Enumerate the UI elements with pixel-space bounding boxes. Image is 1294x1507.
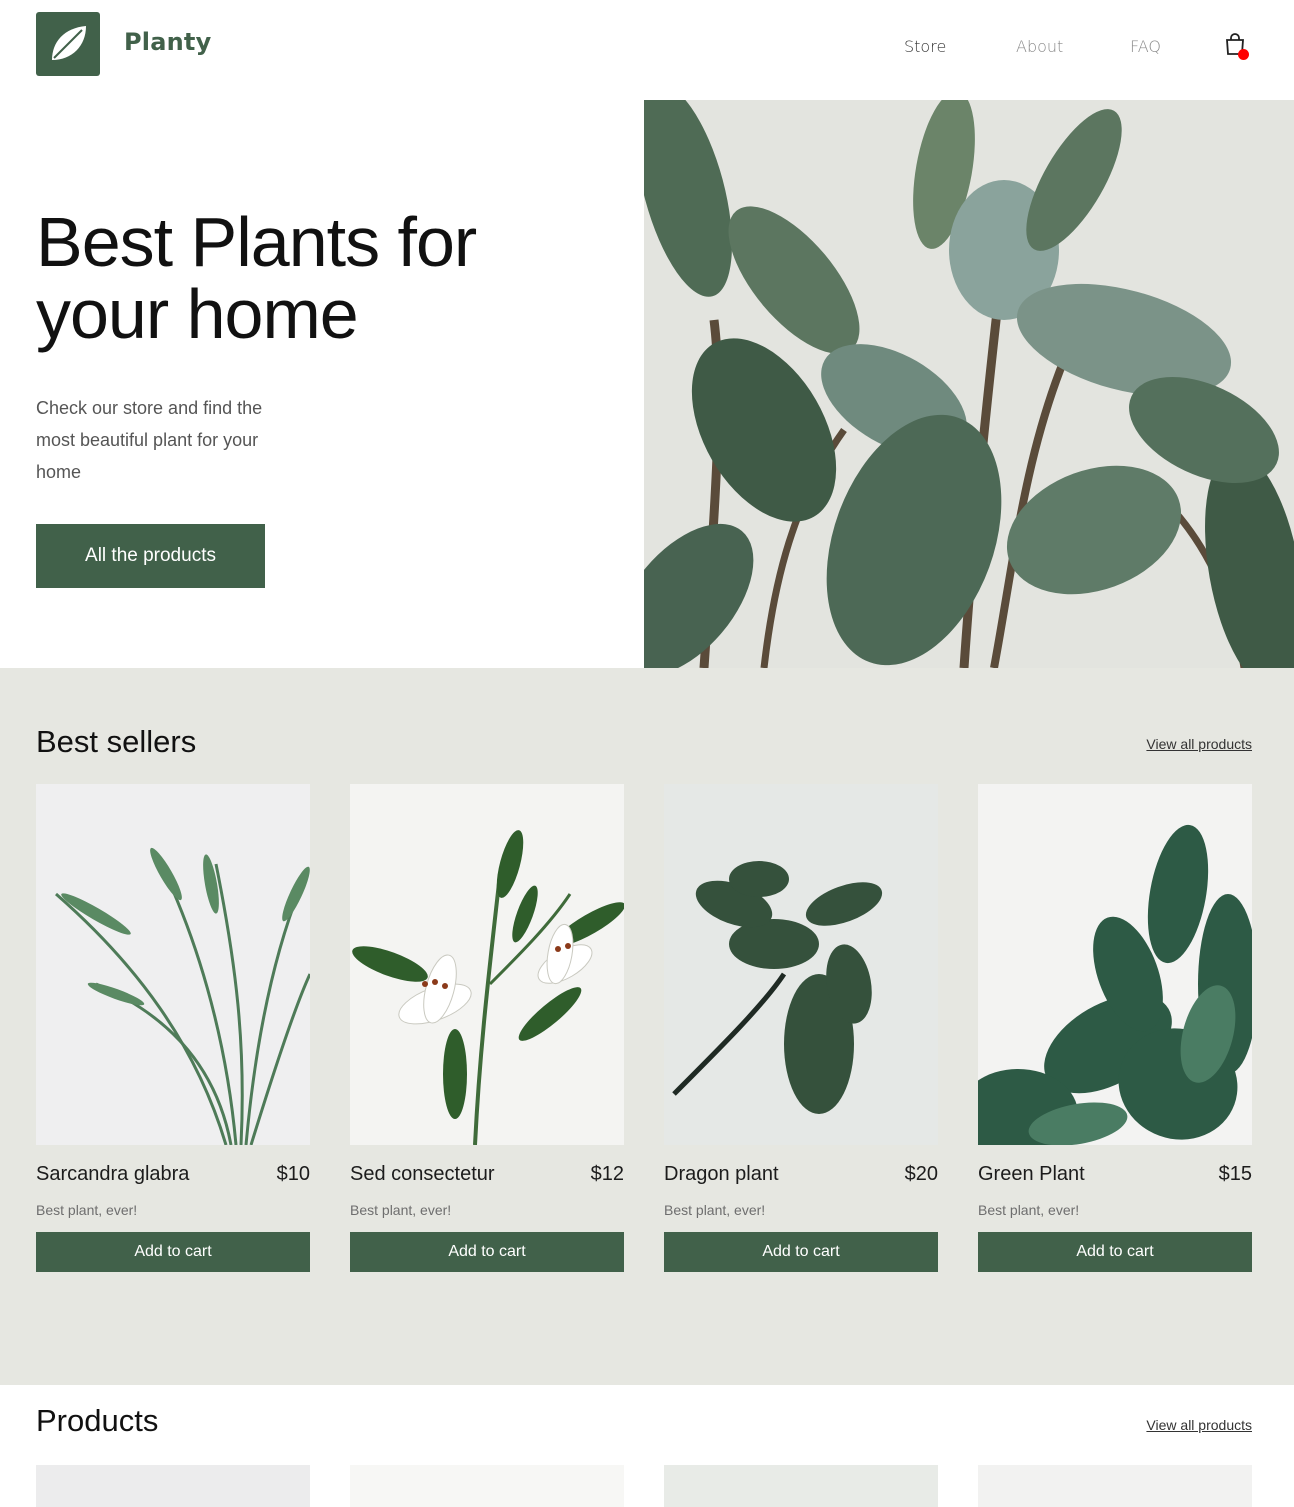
cart-badge xyxy=(1238,49,1249,60)
all-products-button[interactable]: All the products xyxy=(36,524,265,588)
product-description: Best plant, ever! xyxy=(36,1202,138,1218)
product-info-row: Sed consectetur $12 xyxy=(350,1163,624,1186)
product-card[interactable]: Sarcandra glabra $10 Best plant, ever! A… xyxy=(36,784,310,1272)
product-image[interactable] xyxy=(36,1465,310,1507)
product-info-row: Sarcandra glabra $10 xyxy=(36,1163,310,1186)
hero-plant-image xyxy=(644,100,1294,668)
product-image[interactable] xyxy=(978,784,1252,1145)
product-info-row: Green Plant $15 xyxy=(978,1163,1252,1186)
product-card[interactable]: Sed consectetur $12 Best plant, ever! Ad… xyxy=(350,784,624,1272)
add-to-cart-button[interactable]: Add to cart xyxy=(664,1232,938,1272)
product-price: $15 xyxy=(1218,1163,1252,1185)
shopping-bag-icon[interactable] xyxy=(1224,32,1250,60)
product-price: $20 xyxy=(904,1163,938,1185)
add-to-cart-button[interactable]: Add to cart xyxy=(36,1232,310,1272)
add-to-cart-button[interactable]: Add to cart xyxy=(350,1232,624,1272)
product-image[interactable] xyxy=(350,1465,624,1507)
product-card[interactable]: Dragon plant $20 Best plant, ever! Add t… xyxy=(664,784,938,1272)
product-name: Sarcandra glabra xyxy=(36,1163,190,1185)
best-sellers-section: Best sellers View all products Sarcandra… xyxy=(0,668,1294,1385)
product-info-row: Dragon plant $20 xyxy=(664,1163,938,1186)
product-card[interactable]: Green Plant $15 Best plant, ever! Add to… xyxy=(978,784,1252,1272)
products-title: Products xyxy=(36,1403,159,1438)
hero-title-line-1: Best Plants for xyxy=(36,203,477,281)
hero-title-line-2: your home xyxy=(36,275,359,353)
product-image[interactable] xyxy=(664,1465,938,1507)
site-header: Planty Store About FAQ xyxy=(0,0,1294,100)
product-price: $10 xyxy=(276,1163,310,1185)
leaf-logo-icon[interactable] xyxy=(36,12,100,76)
product-description: Best plant, ever! xyxy=(350,1202,452,1218)
hero-subtitle: Check our store and find the most beauti… xyxy=(36,398,263,482)
product-description: Best plant, ever! xyxy=(978,1202,1080,1218)
product-price: $12 xyxy=(590,1163,624,1185)
hero-section: Best Plants for your home Check our stor… xyxy=(0,100,644,668)
nav-store[interactable]: Store xyxy=(904,37,946,56)
best-sellers-title: Best sellers xyxy=(36,724,197,759)
product-image[interactable] xyxy=(978,1465,1252,1507)
nav-about[interactable]: About xyxy=(1016,37,1063,56)
view-all-best-sellers-link[interactable]: View all products xyxy=(1146,736,1252,752)
hero-title: Best Plants for your home xyxy=(36,206,556,350)
product-image[interactable] xyxy=(36,784,310,1145)
product-description: Best plant, ever! xyxy=(664,1202,766,1218)
product-image[interactable] xyxy=(664,784,938,1145)
add-to-cart-button[interactable]: Add to cart xyxy=(978,1232,1252,1272)
product-name: Sed consectetur xyxy=(350,1163,495,1185)
product-name: Green Plant xyxy=(978,1163,1085,1185)
view-all-products-link[interactable]: View all products xyxy=(1146,1417,1252,1433)
brand-name[interactable]: Planty xyxy=(124,28,211,56)
product-image[interactable] xyxy=(350,784,624,1145)
products-section: Products View all products xyxy=(0,1385,1294,1507)
product-name: Dragon plant xyxy=(664,1163,779,1185)
nav-faq[interactable]: FAQ xyxy=(1130,37,1161,56)
